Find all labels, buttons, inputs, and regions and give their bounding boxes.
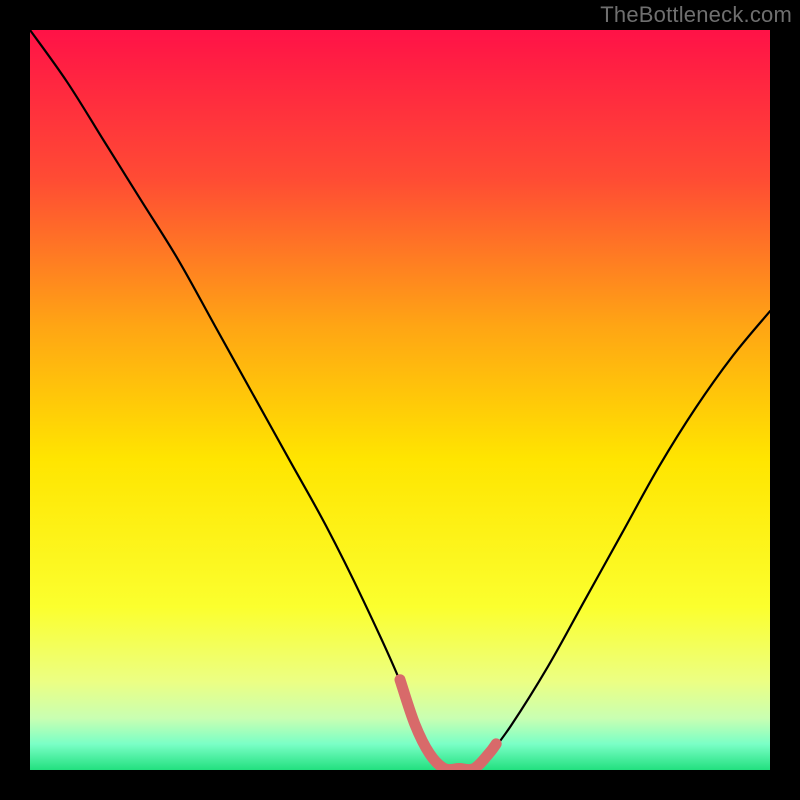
watermark-text: TheBottleneck.com [600,2,792,28]
chart-frame: TheBottleneck.com [0,0,800,800]
plot-area [30,30,770,770]
chart-svg [30,30,770,770]
gradient-background [30,30,770,770]
